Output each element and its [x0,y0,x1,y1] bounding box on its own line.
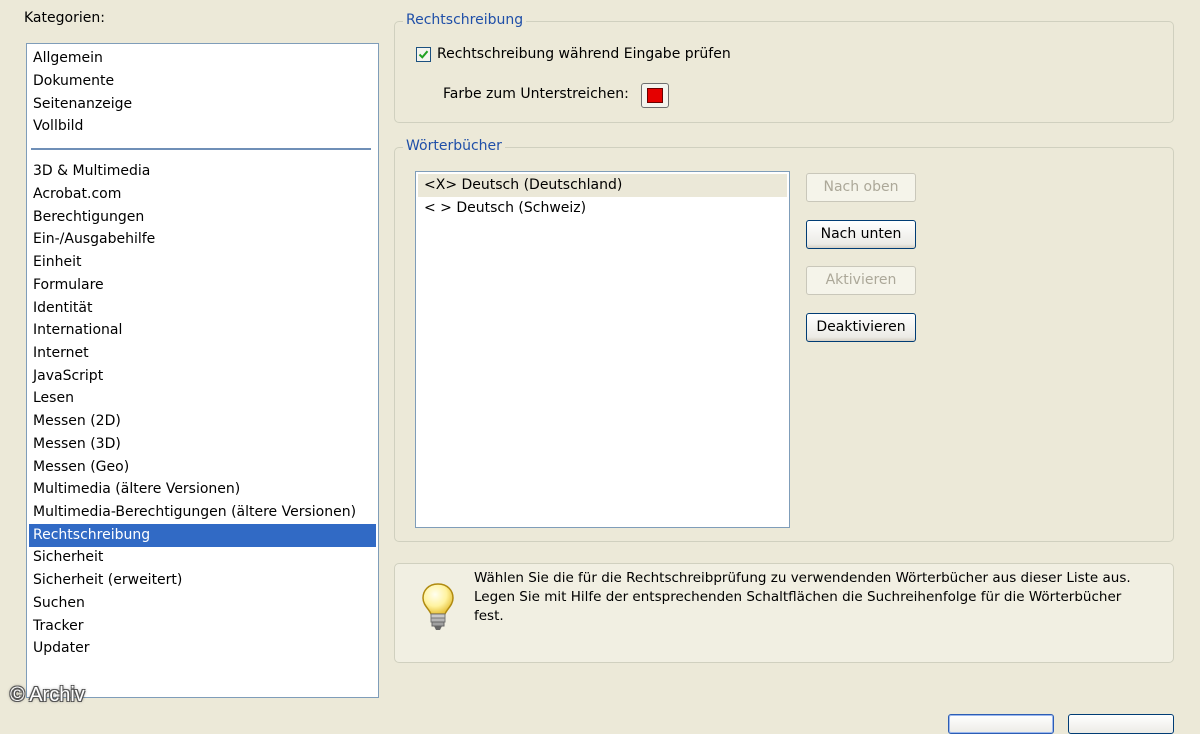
category-item-ein-ausgabehilfe[interactable]: Ein-/Ausgabehilfe [29,228,376,251]
lightbulb-icon [420,582,456,636]
category-item-suchen[interactable]: Suchen [29,592,376,615]
ok-button[interactable] [948,714,1054,734]
category-item-acrobat-com[interactable]: Acrobat.com [29,183,376,206]
category-item-javascript[interactable]: JavaScript [29,365,376,388]
category-item-vollbild[interactable]: Vollbild [29,115,376,138]
activate-button[interactable]: Aktivieren [806,266,916,295]
spell-check-checkbox[interactable] [416,47,431,62]
category-item-formulare[interactable]: Formulare [29,274,376,297]
category-item-sicherheit[interactable]: Sicherheit [29,546,376,569]
spell-check-label[interactable]: Rechtschreibung während Eingabe prüfen [437,46,731,62]
category-item-3d-multimedia[interactable]: 3D & Multimedia [29,160,376,183]
dictionary-item-deutsch-deutschland[interactable]: <X> Deutsch (Deutschland) [418,174,787,197]
category-item-messen-2d[interactable]: Messen (2D) [29,410,376,433]
move-down-button[interactable]: Nach unten [806,220,916,249]
category-item-seitenanzeige[interactable]: Seitenanzeige [29,93,376,116]
categories-list[interactable]: Allgemein Dokumente Seitenanzeige Vollbi… [26,43,379,698]
watermark: © Archiv [10,684,85,706]
dictionaries-group-legend: Wörterbücher [403,138,505,154]
category-item-identitaet[interactable]: Identität [29,297,376,320]
dictionary-item-deutsch-schweiz[interactable]: < > Deutsch (Schweiz) [418,197,787,220]
category-item-internet[interactable]: Internet [29,342,376,365]
category-item-einheit[interactable]: Einheit [29,251,376,274]
dictionary-list[interactable]: <X> Deutsch (Deutschland) < > Deutsch (S… [415,171,790,528]
category-item-allgemein[interactable]: Allgemein [29,47,376,70]
underline-color-label: Farbe zum Unterstreichen: [443,86,629,102]
deactivate-button[interactable]: Deaktivieren [806,313,916,342]
checkmark-icon [418,50,429,59]
category-item-messen-geo[interactable]: Messen (Geo) [29,456,376,479]
move-up-button[interactable]: Nach oben [806,173,916,202]
category-item-dokumente[interactable]: Dokumente [29,70,376,93]
category-item-tracker[interactable]: Tracker [29,615,376,638]
category-item-international[interactable]: International [29,319,376,342]
spelling-group-legend: Rechtschreibung [403,12,527,28]
categories-label: Kategorien: [24,10,105,26]
cancel-button[interactable] [1068,714,1174,734]
category-item-berechtigungen[interactable]: Berechtigungen [29,206,376,229]
spelling-group [394,21,1174,123]
underline-color-swatch [647,88,663,103]
category-item-multimedia-legacy[interactable]: Multimedia (ältere Versionen) [29,478,376,501]
category-item-lesen[interactable]: Lesen [29,387,376,410]
category-item-sicherheit-erweitert[interactable]: Sicherheit (erweitert) [29,569,376,592]
category-item-rechtschreibung[interactable]: Rechtschreibung [29,524,376,547]
category-item-updater[interactable]: Updater [29,637,376,660]
category-divider [31,148,371,150]
hint-text: Wählen Sie die für die Rechtschreibprüfu… [474,570,1131,624]
category-item-messen-3d[interactable]: Messen (3D) [29,433,376,456]
category-item-multimedia-permissions-legacy[interactable]: Multimedia-Berechtigungen (ältere Versio… [29,501,376,524]
underline-color-button[interactable] [641,83,669,108]
